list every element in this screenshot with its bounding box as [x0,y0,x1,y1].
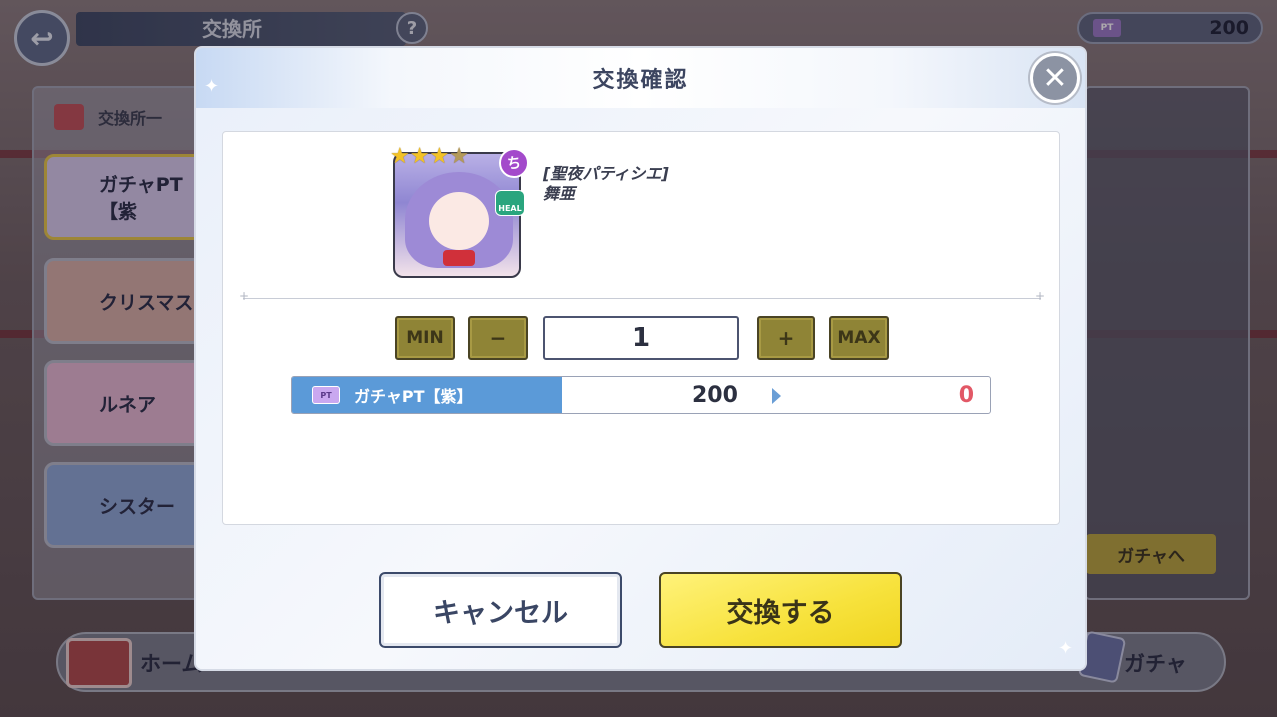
item-character: 舞亜 [543,184,576,203]
decrement-button[interactable]: − [468,316,528,360]
ticket-icon: PT [312,386,340,404]
dialog-header: ✦ 交換確認 [196,48,1085,108]
quantity-field[interactable]: 1 [543,316,739,360]
close-icon: ✕ [1042,60,1068,96]
attribute-icon: ち [499,148,529,178]
cancel-button[interactable]: キャンセル [379,572,622,648]
star-filled-icon: ★ [429,144,450,169]
increment-button[interactable]: + [757,316,815,360]
cost-currency-name: ガチャPT【紫】 [354,387,473,406]
cost-currency: PT ガチャPT【紫】 [292,377,562,413]
heal-role-icon: HEAL [495,190,525,216]
exchange-button[interactable]: 交換する [659,572,902,648]
max-button[interactable]: MAX [829,316,889,360]
cost-current-amount: 200 [692,382,738,408]
divider [239,289,1045,303]
dialog-title: 交換確認 [592,68,689,93]
item-name: [聖夜パティシエ] 舞亜 [543,164,669,204]
min-button[interactable]: MIN [395,316,455,360]
close-button[interactable]: ✕ [1030,53,1080,103]
arrow-right-icon [772,388,781,404]
star-filled-icon: ★ [390,144,410,169]
sparkle-icon: ✦ [204,76,220,97]
star-empty-icon: ★ [449,144,469,169]
sparkle-icon: ✦ [1058,638,1074,659]
exchange-confirm-dialog: ✦ 交換確認 ✕ ★★★★ ち HEAL [聖夜パティシエ] 舞亜 MIN − … [196,48,1085,669]
exchange-detail-card: ★★★★ ち HEAL [聖夜パティシエ] 舞亜 MIN − 1 + MAX P… [222,131,1060,525]
cost-row: PT ガチャPT【紫】 200 0 [291,376,991,414]
cost-remaining-amount: 0 [958,382,974,408]
item-title: [聖夜パティシエ] [543,164,669,183]
star-filled-icon: ★ [409,144,430,169]
rarity-stars: ★ ★ ★ ★ [390,146,469,168]
